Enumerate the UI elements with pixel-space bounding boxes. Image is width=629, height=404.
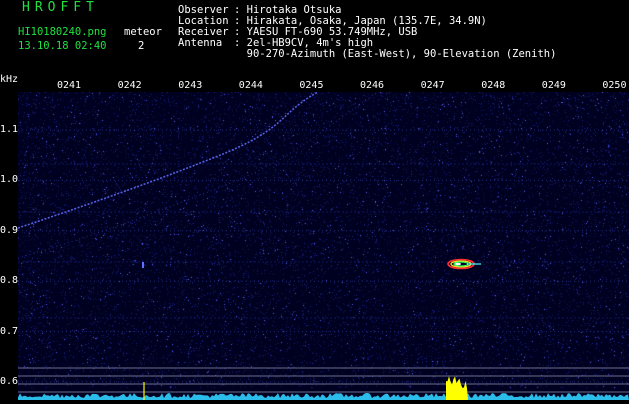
timestamp: 13.10.18 02:40 bbox=[18, 40, 107, 52]
time-tick-label: 0245 bbox=[299, 80, 324, 91]
meteor-echo-small bbox=[142, 262, 144, 268]
time-tick-label: 0248 bbox=[481, 80, 506, 91]
app-title: HROFFT bbox=[22, 0, 99, 15]
freq-tick-label: 0.8 bbox=[0, 275, 19, 287]
freq-tick-label: 0.6 bbox=[0, 376, 19, 387]
freq-tick-label: 1.1 bbox=[0, 124, 19, 135]
meteor-label: meteor bbox=[124, 26, 162, 38]
time-tick-label: 0247 bbox=[420, 80, 445, 91]
meteor-echo-core bbox=[455, 262, 461, 266]
time-tick-label: 0241 bbox=[57, 80, 82, 91]
info-value: 90-270-Azimuth (East-West), 90-Elevation… bbox=[246, 48, 557, 60]
doppler-trace bbox=[18, 92, 319, 229]
info-label: Antenna bbox=[178, 37, 223, 49]
freq-tick-label: 0.9 bbox=[0, 224, 19, 236]
time-tick-label: 0244 bbox=[238, 80, 263, 91]
freq-tick-label: 0.7 bbox=[0, 325, 19, 337]
time-tick-label: 0249 bbox=[541, 80, 566, 91]
time-tick-label: 0250 bbox=[602, 80, 627, 91]
frequency-unit-label: kHz bbox=[0, 74, 19, 85]
freq-tick-label: 1.0 bbox=[0, 174, 19, 186]
time-tick-label: 0246 bbox=[360, 80, 385, 91]
spectrogram-overlay bbox=[18, 92, 629, 400]
spectrogram-waterfall bbox=[18, 92, 629, 400]
hrofft-screen: HROFFT HI10180240.png meteor 13.10.18 02… bbox=[0, 0, 629, 400]
file-name: HI10180240.png bbox=[18, 26, 107, 38]
meteor-count: 2 bbox=[138, 40, 145, 52]
doppler-trace-faint bbox=[18, 92, 379, 259]
time-tick-label: 0242 bbox=[117, 80, 142, 91]
info-separator bbox=[234, 48, 247, 60]
noise-floor bbox=[18, 393, 629, 400]
info-line: 90-270-Azimuth (East-West), 90-Elevation… bbox=[178, 48, 557, 60]
time-tick-label: 0243 bbox=[178, 80, 203, 91]
observer-info: Observer: Hirotaka Otsuka Location: Hirak… bbox=[178, 5, 556, 60]
meteor-peak-bar bbox=[446, 376, 468, 400]
